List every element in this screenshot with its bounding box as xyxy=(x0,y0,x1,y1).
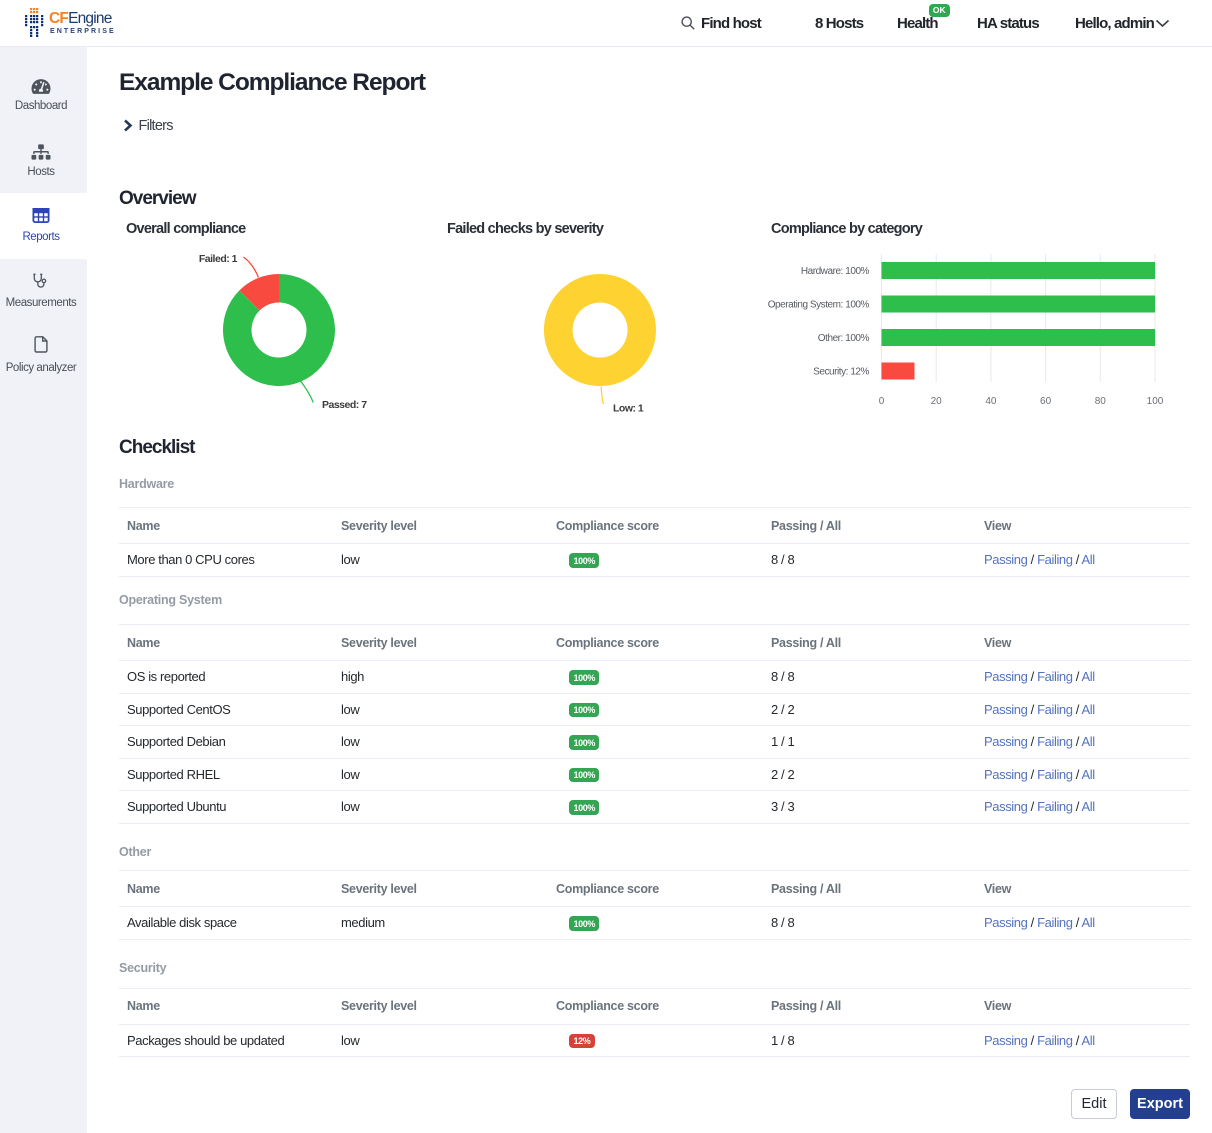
svg-text:Other: 100%: Other: 100% xyxy=(818,333,870,344)
svg-text:Security: 12%: Security: 12% xyxy=(813,367,869,378)
svg-text:Operating System: 100%: Operating System: 100% xyxy=(768,300,870,311)
svg-text:Low: 1: Low: 1 xyxy=(613,403,644,415)
svg-text:Failed: 1: Failed: 1 xyxy=(199,253,238,265)
svg-text:60: 60 xyxy=(1040,396,1052,407)
svg-text:20: 20 xyxy=(931,396,943,407)
svg-text:Hardware: 100%: Hardware: 100% xyxy=(801,266,870,277)
svg-text:80: 80 xyxy=(1095,396,1107,407)
svg-text:40: 40 xyxy=(985,396,997,407)
svg-text:0: 0 xyxy=(879,396,885,407)
svg-text:100: 100 xyxy=(1147,396,1164,407)
svg-text:Passed: 7: Passed: 7 xyxy=(322,399,367,411)
